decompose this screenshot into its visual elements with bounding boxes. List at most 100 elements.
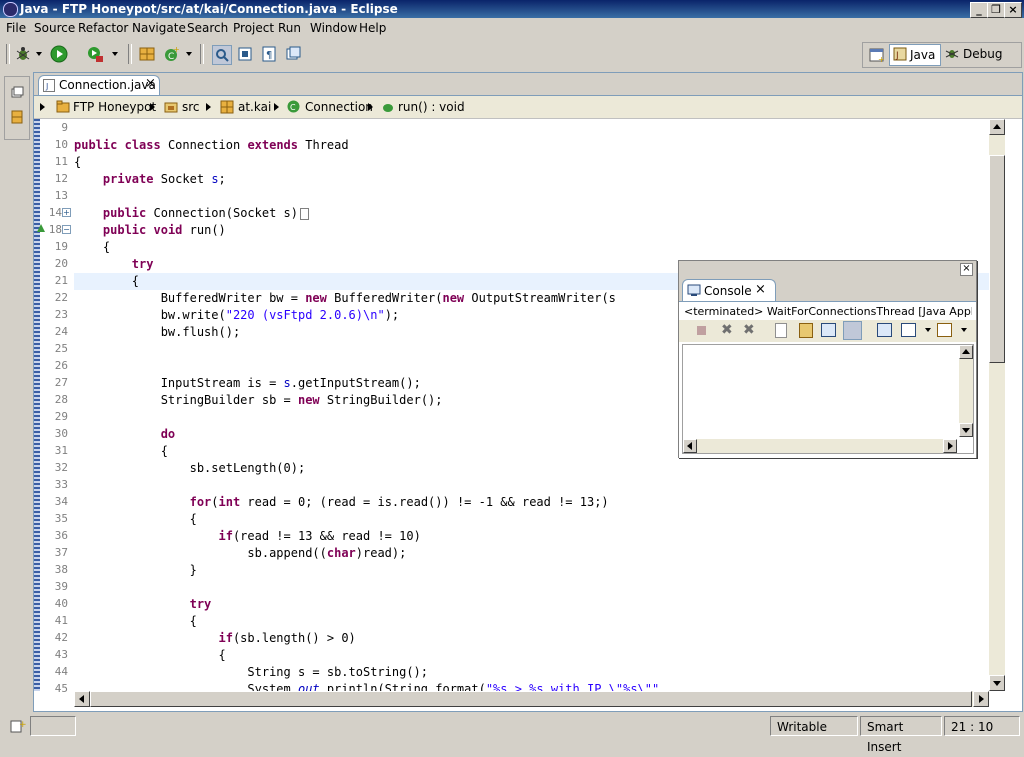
menu-project[interactable]: Project — [233, 21, 274, 35]
toggle-mark-occurrences-icon[interactable] — [212, 45, 232, 65]
toolbar-separator — [200, 44, 204, 64]
code-line: private Socket s; — [102, 172, 226, 186]
pin-editor-icon[interactable] — [284, 45, 302, 63]
terminate-icon[interactable] — [697, 326, 706, 335]
menu-refactor[interactable]: Refactor — [78, 21, 128, 35]
code-line: public Connection(Socket s) — [74, 206, 309, 220]
line-number: 12 — [54, 172, 68, 185]
menu-navigate[interactable]: Navigate — [132, 21, 186, 35]
perspective-debug-button[interactable]: Debug — [943, 44, 1013, 64]
eclipse-app-icon — [3, 2, 18, 17]
restore-view-icon[interactable] — [10, 85, 24, 99]
scroll-right-button[interactable] — [943, 439, 957, 453]
collapse-fold-icon[interactable]: − — [62, 225, 71, 234]
console-vertical-scrollbar[interactable] — [959, 345, 973, 437]
remove-all-terminated-icon[interactable]: ✖ — [743, 322, 755, 338]
menu-window[interactable]: Window — [310, 21, 357, 35]
breadcrumb-class[interactable]: Connection — [305, 100, 373, 114]
scroll-thumb[interactable] — [989, 155, 1005, 363]
console-toolbar: ✖ ✖ — [679, 320, 976, 342]
show-console-on-stdout-icon[interactable] — [821, 323, 836, 337]
svg-text:+: + — [878, 55, 885, 63]
clear-console-icon[interactable] — [775, 323, 787, 338]
editor-vertical-scrollbar[interactable] — [989, 119, 1005, 691]
chevron-right-icon[interactable] — [40, 103, 45, 111]
perspective-debug-label: Debug — [963, 47, 1003, 61]
toggle-block-selection-icon[interactable] — [236, 45, 254, 63]
chevron-down-icon[interactable] — [112, 52, 118, 56]
perspective-java-button[interactable]: J Java — [889, 44, 941, 66]
code-line: System.out.println(String.format("%s > %… — [247, 682, 660, 691]
line-number: 10 — [54, 138, 68, 151]
chevron-down-icon[interactable] — [36, 52, 42, 56]
menu-run[interactable]: Run — [278, 21, 301, 35]
show-console-on-stderr-icon[interactable] — [843, 321, 862, 340]
scroll-up-button[interactable] — [989, 119, 1005, 135]
chevron-down-icon[interactable] — [925, 328, 931, 332]
breadcrumb-package[interactable]: at.kai — [238, 100, 271, 114]
scroll-left-button[interactable] — [683, 439, 697, 453]
menu-source[interactable]: Source — [34, 21, 75, 35]
pin-console-icon[interactable] — [877, 323, 892, 337]
line-number: 35 — [54, 512, 68, 525]
remove-launch-icon[interactable]: ✖ — [721, 322, 733, 338]
run-icon[interactable] — [50, 45, 68, 63]
display-selected-console-icon[interactable] — [901, 323, 916, 337]
source-folder-icon — [164, 102, 178, 113]
line-number: 11 — [54, 155, 68, 168]
chevron-right-icon[interactable] — [150, 103, 155, 111]
console-title-bar: × — [679, 261, 976, 277]
tab-connection-java[interactable]: J Connection.java × — [38, 75, 160, 95]
console-output[interactable] — [682, 344, 974, 454]
chevron-down-icon[interactable] — [961, 328, 967, 332]
chevron-right-icon[interactable] — [368, 103, 373, 111]
open-perspective-icon[interactable]: + — [869, 47, 885, 63]
status-message-field — [30, 716, 76, 736]
menu-help[interactable]: Help — [359, 21, 386, 35]
menu-file[interactable]: File — [6, 21, 26, 35]
line-number: 22 — [54, 291, 68, 304]
new-class-icon[interactable]: C+ — [162, 45, 180, 63]
line-number-gutter: 9 10 11 12 13 14 + 18 − 19 20 21 22 23 2… — [37, 119, 72, 695]
scroll-down-button[interactable] — [989, 675, 1005, 691]
chevron-right-icon[interactable] — [206, 103, 211, 111]
package-icon — [220, 100, 234, 114]
breadcrumb-src[interactable]: src — [182, 100, 200, 114]
debug-icon[interactable] — [14, 45, 32, 63]
scroll-down-button[interactable] — [959, 423, 973, 437]
close-icon[interactable]: × — [755, 282, 766, 297]
menu-search[interactable]: Search — [187, 21, 228, 35]
breadcrumb-project[interactable]: FTP Honeypot — [73, 100, 156, 114]
chevron-down-icon[interactable] — [186, 52, 192, 56]
line-number: 31 — [54, 444, 68, 457]
minimize-button[interactable]: _ — [970, 2, 988, 18]
breadcrumb-method[interactable]: run() : void — [398, 100, 465, 114]
close-icon[interactable]: × — [145, 76, 156, 91]
external-tools-icon[interactable] — [86, 45, 104, 63]
chevron-right-icon[interactable] — [274, 103, 279, 111]
left-trim-stack — [4, 76, 30, 140]
fast-view-icon[interactable]: + — [10, 718, 26, 734]
open-console-icon[interactable] — [937, 323, 952, 337]
package-explorer-icon[interactable] — [10, 109, 24, 125]
scroll-thumb[interactable] — [90, 691, 972, 707]
editor-horizontal-scrollbar[interactable] — [74, 691, 989, 707]
close-icon[interactable]: × — [960, 263, 973, 276]
svg-text:J: J — [895, 51, 899, 61]
show-whitespace-icon[interactable]: ¶ — [260, 45, 278, 63]
close-window-button[interactable]: × — [1004, 2, 1022, 18]
scroll-up-button[interactable] — [959, 345, 973, 359]
console-horizontal-scrollbar[interactable] — [683, 439, 957, 453]
code-line: { — [102, 240, 111, 254]
code-line: } — [189, 563, 197, 577]
scroll-lock-icon[interactable] — [799, 323, 813, 338]
folded-block-icon[interactable] — [300, 207, 309, 220]
code-line: { — [74, 155, 82, 169]
restore-button[interactable]: ❐ — [987, 2, 1005, 18]
scroll-left-button[interactable] — [74, 691, 90, 707]
expand-fold-icon[interactable]: + — [62, 208, 71, 217]
scroll-right-button[interactable] — [973, 691, 989, 707]
tab-console[interactable]: Console × — [682, 279, 776, 302]
code-line: bw.write("220 (vsFtpd 2.0.6)\n"); — [160, 308, 400, 322]
new-java-project-icon[interactable] — [138, 45, 156, 63]
